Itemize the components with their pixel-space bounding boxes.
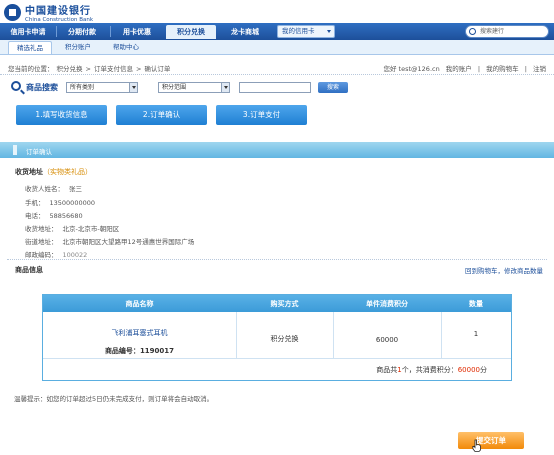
- my-credit-card-button[interactable]: 我的信用卡: [277, 25, 335, 38]
- subnav-item-gifts[interactable]: 精选礼品: [8, 41, 52, 54]
- nav-item-card-apply[interactable]: 信用卡申请: [4, 25, 52, 39]
- divider: [0, 74, 554, 75]
- purchase-method: 积分兑换: [270, 335, 299, 343]
- ccb-logo-icon: [4, 4, 21, 21]
- bank-logo[interactable]: 中国建设银行 China Construction Bank: [4, 2, 93, 23]
- product-info-title: 商品信息: [15, 266, 43, 274]
- step-pay-order: 3.订单支付: [216, 105, 307, 125]
- order-confirm-title: 订单确认: [26, 148, 52, 156]
- address-title: 收货地址（实物类礼品）: [15, 168, 92, 176]
- breadcrumb-item: 确认订单: [144, 65, 171, 73]
- table-header: 商品名称 购买方式 单件消费积分 数量: [43, 295, 511, 312]
- breadcrumb-item[interactable]: 积分兑换: [57, 65, 83, 73]
- section-marker-icon: [13, 145, 17, 155]
- product-search-bar: 商品搜索 所有类别 积分范围 搜索: [0, 79, 554, 97]
- search-icon: [11, 81, 21, 91]
- breadcrumb: 您当前的位置： 积分兑换 > 订单支付信息 > 确认订单: [8, 63, 173, 73]
- recipient-mobile: 手机： 13500000000: [25, 199, 95, 207]
- nav-item-installment[interactable]: 分期付款: [58, 25, 106, 39]
- breadcrumb-separator: >: [135, 65, 142, 73]
- main-nav: 信用卡申请 分期付款 用卡优惠 积分兑换 龙卡商城 我的信用卡 搜索建行: [0, 23, 554, 40]
- bank-name-cn: 中国建设银行: [25, 6, 91, 17]
- user-greeting: 您好 test@126.cn: [383, 65, 440, 73]
- points-range-select[interactable]: 积分范围: [158, 82, 230, 93]
- breadcrumb-item[interactable]: 订单支付信息: [94, 65, 133, 73]
- nav-item-offers[interactable]: 用卡优惠: [112, 25, 162, 39]
- product-search-title: 商品搜索: [26, 83, 58, 92]
- keyword-input[interactable]: [239, 82, 311, 93]
- product-quantity: 1: [473, 330, 479, 338]
- hand-cursor-icon: [472, 439, 481, 452]
- recipient-phone: 电话： 58856680: [25, 212, 83, 220]
- breadcrumb-separator: >: [85, 65, 91, 73]
- link-cart[interactable]: 我的购物车: [486, 65, 519, 73]
- category-select-value: 所有类别: [70, 84, 95, 91]
- nav-item-points[interactable]: 积分兑换: [166, 25, 216, 39]
- column-header-points: 单件消费积分: [366, 300, 408, 308]
- sub-nav: 精选礼品 积分账户 帮助中心: [0, 40, 554, 55]
- unit-points: 60000: [375, 336, 399, 344]
- subnav-item-account[interactable]: 积分账户: [58, 41, 98, 54]
- column-header-method: 购买方式: [270, 300, 299, 308]
- summary-points: 60000: [457, 366, 480, 374]
- link-my-account[interactable]: 我的账户: [446, 65, 472, 73]
- payment-tip: 温馨提示：如您的订单超过5日仍未完成支付，则订单将会自动取消。: [14, 395, 214, 403]
- chevron-down-icon: [221, 83, 229, 92]
- product-table: 商品名称 购买方式 单件消费积分 数量 飞利浦耳塞式耳机 商品编号：119001…: [42, 294, 512, 381]
- divider: [7, 259, 547, 260]
- column-header-name: 商品名称: [125, 300, 154, 308]
- recipient-region: 收货地址： 北京-北京市-朝阳区: [25, 225, 120, 233]
- recipient-name: 收货人姓名： 张三: [25, 185, 82, 193]
- product-code: 商品编号：1190017: [104, 347, 175, 355]
- points-range-value: 积分范围: [162, 84, 187, 91]
- step-fill-address: 1.填写收货信息: [16, 105, 107, 125]
- user-links: 您好 test@126.cn 我的账户 | 我的购物车 | 注销: [383, 65, 546, 73]
- chevron-down-icon: [129, 83, 137, 92]
- recipient-street: 街道地址： 北京市朝阳区大望路甲12号通惠世界国际广场: [25, 238, 195, 246]
- nav-divider: [56, 26, 57, 37]
- page-header: 中国建设银行 China Construction Bank: [0, 0, 554, 23]
- search-button[interactable]: 搜索: [318, 82, 348, 93]
- column-header-quantity: 数量: [469, 300, 483, 308]
- breadcrumb-label: 您当前的位置：: [8, 65, 54, 73]
- search-icon: [469, 28, 476, 35]
- site-search-input[interactable]: 搜索建行: [465, 25, 549, 38]
- back-to-cart-link[interactable]: 回到购物车，修改商品数量: [465, 265, 543, 275]
- order-summary: 商品共1个，共消费积分：60000分: [376, 366, 487, 374]
- order-confirm-header: 订单确认: [0, 142, 554, 158]
- breadcrumb-row: 您当前的位置： 积分兑换 > 订单支付信息 > 确认订单 您好 test@126.cn 我…: [0, 60, 554, 74]
- my-card-label: 我的信用卡: [282, 27, 315, 35]
- chevron-down-icon: [327, 30, 331, 33]
- address-title-note: （实物类礼品）: [43, 168, 92, 176]
- submit-order-button[interactable]: 提交订单: [458, 432, 524, 449]
- recipient-zip: 邮政编码： 100022: [25, 251, 88, 259]
- category-select[interactable]: 所有类别: [66, 82, 138, 93]
- step-confirm-order: 2.订单确认: [116, 105, 207, 125]
- product-name-link[interactable]: 飞利浦耳塞式耳机: [43, 328, 236, 338]
- nav-item-mall[interactable]: 龙卡商城: [220, 25, 270, 39]
- subnav-item-help[interactable]: 帮助中心: [106, 41, 146, 54]
- nav-divider: [110, 26, 111, 37]
- link-logout[interactable]: 注销: [533, 65, 546, 73]
- site-search-placeholder: 搜索建行: [480, 28, 505, 35]
